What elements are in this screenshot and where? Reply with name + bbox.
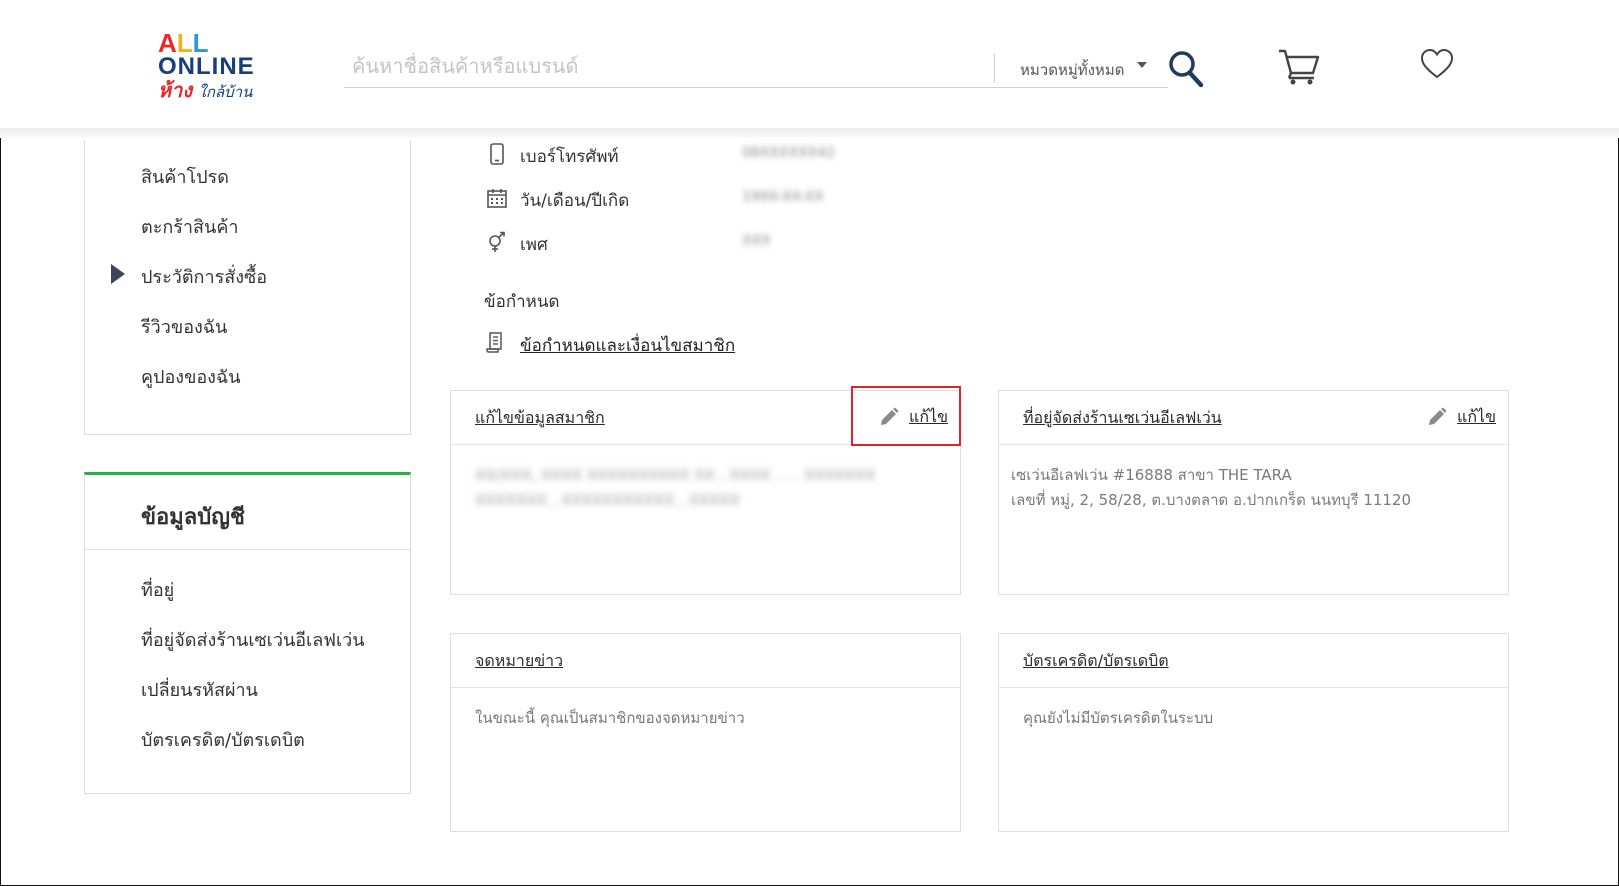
search-divider: [994, 54, 995, 82]
sidebar-item-change-password[interactable]: เปลี่ยนรหัสผ่าน: [141, 675, 258, 704]
active-indicator-arrow-icon: [111, 264, 125, 284]
search-icon[interactable]: [1168, 50, 1204, 88]
phone-label: เบอร์โทรศัพท์: [520, 147, 619, 167]
credit-card-card-header: บัตรเครดิต/บัตรเดบิต: [999, 634, 1508, 688]
seven-eleven-card-header: ที่อยู่จัดส่งร้านเซเว่นอีเลฟเว่น แก้ไข: [999, 391, 1508, 445]
seven-eleven-edit-label: แก้ไข: [1457, 406, 1496, 426]
calendar-icon: [487, 189, 507, 208]
heart-icon[interactable]: [1420, 48, 1454, 80]
seven-eleven-address-text: เซเว่นอีเลฟเว่น #16888 สาขา THE TARA เลข…: [1011, 463, 1492, 513]
all-online-logo[interactable]: ALL ONLINE ห้าง ใกล้บ้าน: [158, 30, 254, 102]
search-input[interactable]: [350, 50, 994, 82]
sidebar-item-favorites[interactable]: สินค้าโปรด: [141, 162, 229, 191]
gender-value: XXX: [742, 233, 771, 249]
pencil-icon: [1429, 407, 1447, 425]
sidebar-item-my-coupons[interactable]: คูปองของฉัน: [141, 362, 241, 391]
seven-eleven-address-card: ที่อยู่จัดส่งร้านเซเว่นอีเลฟเว่น แก้ไข เ…: [998, 390, 1509, 595]
sidebar-item-address[interactable]: ที่อยู่: [141, 575, 174, 604]
birthdate-value: 199X-XX-XX: [742, 189, 824, 205]
member-address-text: XX/XXX, XXXX XXXXXXXXXX XX , XXXX . . . …: [475, 463, 944, 513]
sidebar-item-711-address[interactable]: ที่อยู่จัดส่งร้านเซเว่นอีเลฟเว่น: [141, 625, 365, 654]
search-bar: หมวดหมู่ทั้งหมด: [344, 46, 1168, 88]
sidebar-item-order-history[interactable]: ประวัติการสั่งซื้อ: [141, 262, 267, 291]
header-shadow: [0, 128, 1619, 138]
member-info-card-title[interactable]: แก้ไขข้อมูลสมาชิก: [475, 406, 605, 431]
sidebar-item-my-reviews[interactable]: รีวิวของฉัน: [141, 312, 227, 341]
credit-card-card: บัตรเครดิต/บัตรเดบิต คุณยังไม่มีบัตรเครด…: [998, 633, 1509, 832]
sidebar-item-credit-card[interactable]: บัตรเครดิต/บัตรเดบิต: [141, 725, 305, 754]
category-select[interactable]: หมวดหมู่ทั้งหมด: [1020, 58, 1124, 82]
sidebar-item-cart[interactable]: ตะกร้าสินค้า: [141, 212, 238, 241]
terms-link[interactable]: ข้อกำหนดและเงื่อนไขสมาชิก: [520, 332, 735, 359]
account-menu-title: ข้อมูลบัญชี: [141, 505, 245, 530]
sidebar-menu: สินค้าโปรด ตะกร้าสินค้า ประวัติการสั่งซื…: [84, 140, 411, 435]
seven-eleven-line-1: เซเว่นอีเลฟเว่น #16888 สาขา THE TARA: [1011, 466, 1292, 484]
newsletter-card-title[interactable]: จดหมายข่าว: [475, 649, 563, 674]
member-info-card: แก้ไขข้อมูลสมาชิก แก้ไข XX/XXX, XXXX XXX…: [450, 390, 961, 595]
newsletter-card-header: จดหมายข่าว: [451, 634, 960, 688]
phone-value: 08XXXXXX42: [742, 145, 836, 161]
member-edit-button[interactable]: แก้ไข: [879, 405, 948, 429]
cart-icon[interactable]: [1278, 48, 1320, 86]
phone-icon: [490, 143, 504, 165]
account-menu: ข้อมูลบัญชี ที่อยู่ ที่อยู่จัดส่งร้านเซเ…: [84, 472, 411, 794]
birthdate-label: วัน/เดือน/ปีเกิด: [520, 191, 630, 211]
member-address-line-2: XXXXXXX , XXXXXXXXXXX , XXXXX: [475, 491, 740, 509]
document-icon: [486, 332, 502, 353]
terms-heading: ข้อกำหนด: [484, 292, 560, 312]
credit-card-card-title[interactable]: บัตรเครดิต/บัตรเดบิต: [1023, 649, 1169, 674]
seven-eleven-edit-button[interactable]: แก้ไข: [1427, 405, 1496, 429]
newsletter-status-text: ในขณะนี้ คุณเป็นสมาชิกของจดหมายข่าว: [475, 709, 745, 727]
caret-down-icon[interactable]: [1137, 62, 1147, 68]
account-menu-divider: [85, 549, 410, 550]
member-address-line-1: XX/XXX, XXXX XXXXXXXXXX XX , XXXX . . . …: [475, 466, 876, 484]
seven-eleven-line-2: เลขที่ หมู่, 2, 58/28, ต.บางตลาด อ.ปากเก…: [1011, 491, 1412, 509]
credit-card-status-text: คุณยังไม่มีบัตรเครดิตในระบบ: [1023, 709, 1214, 727]
logo-line-3: ห้าง ใกล้บ้าน: [158, 78, 253, 102]
seven-eleven-card-title[interactable]: ที่อยู่จัดส่งร้านเซเว่นอีเลฟเว่น: [1023, 406, 1222, 431]
logo-line-2: ONLINE: [158, 53, 255, 80]
site-header: ALL ONLINE ห้าง ใกล้บ้าน หมวดหมู่ทั้งหมด: [0, 0, 1619, 133]
member-edit-label: แก้ไข: [909, 406, 948, 426]
newsletter-card: จดหมายข่าว ในขณะนี้ คุณเป็นสมาชิกของจดหม…: [450, 633, 961, 832]
pencil-icon: [881, 407, 899, 425]
member-info-card-header: แก้ไขข้อมูลสมาชิก แก้ไข: [451, 391, 960, 445]
gender-icon: [489, 231, 505, 252]
gender-label: เพศ: [520, 235, 548, 255]
